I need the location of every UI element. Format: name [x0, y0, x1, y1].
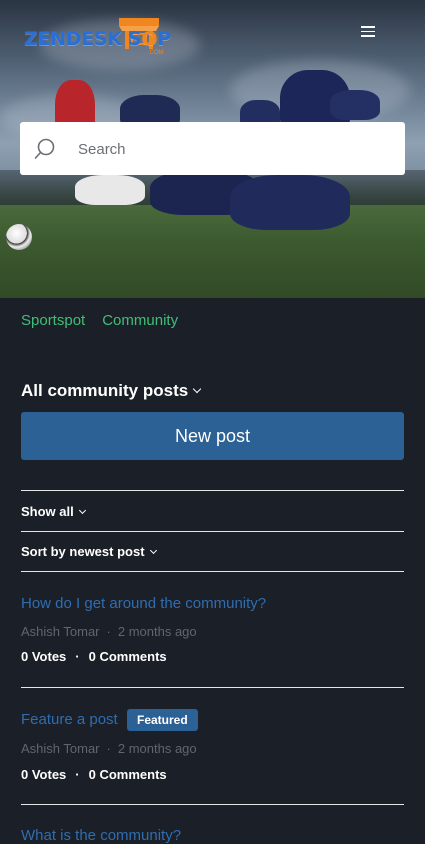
- sort-dropdown[interactable]: Sort by newest post: [21, 544, 157, 559]
- hamburger-menu-icon[interactable]: [358, 26, 378, 40]
- post-votes: 0 Votes: [21, 767, 67, 782]
- post-title-link[interactable]: Feature a post: [21, 711, 118, 728]
- post-title-link[interactable]: What is the community?: [21, 827, 181, 844]
- post-comments: 0 Comments: [88, 649, 167, 664]
- show-all-label: Show all: [21, 504, 74, 519]
- search-input[interactable]: [78, 136, 388, 162]
- post-meta: Ashish Tomar · 2 months ago: [21, 624, 197, 639]
- post-comments: 0 Comments: [88, 767, 167, 782]
- divider: [21, 804, 404, 805]
- divider: [21, 687, 404, 688]
- logo-domain: .COM: [148, 50, 164, 56]
- post-time: 2 months ago: [117, 741, 197, 756]
- divider: [21, 531, 404, 532]
- post-stats: 0 Votes · 0 Comments: [21, 767, 167, 782]
- posts-filter-dropdown[interactable]: All community posts: [21, 381, 202, 401]
- post-title-link[interactable]: How do I get around the community?: [21, 595, 266, 612]
- divider: [21, 571, 404, 572]
- breadcrumb: Sportspot Community: [21, 312, 178, 329]
- show-all-dropdown[interactable]: Show all: [21, 504, 86, 519]
- ball-image: [6, 224, 32, 250]
- zendesk-shop-logo[interactable]: ZENDESK SOP .COM: [24, 16, 171, 56]
- featured-badge: Featured: [127, 709, 198, 731]
- post-stats: 0 Votes · 0 Comments: [21, 649, 167, 664]
- post-time: 2 months ago: [117, 624, 197, 639]
- page-title: All community posts: [21, 381, 189, 400]
- sort-label: Sort by newest post: [21, 544, 145, 559]
- chevron-down-icon: [78, 506, 86, 514]
- breadcrumb-community[interactable]: Community: [102, 312, 178, 329]
- breadcrumb-sportspot[interactable]: Sportspot: [21, 312, 85, 329]
- chevron-down-icon: [149, 546, 157, 554]
- divider: [21, 490, 404, 491]
- post-votes: 0 Votes: [21, 649, 67, 664]
- post-meta: Ashish Tomar · 2 months ago: [21, 741, 197, 756]
- post-author: Ashish Tomar: [21, 624, 100, 639]
- post-author: Ashish Tomar: [21, 741, 100, 756]
- search-bar[interactable]: [20, 122, 405, 175]
- chevron-down-icon: [192, 384, 202, 394]
- logo-text: ZENDESK SOP: [24, 28, 171, 50]
- new-post-button[interactable]: New post: [21, 412, 404, 460]
- search-icon: [34, 138, 55, 159]
